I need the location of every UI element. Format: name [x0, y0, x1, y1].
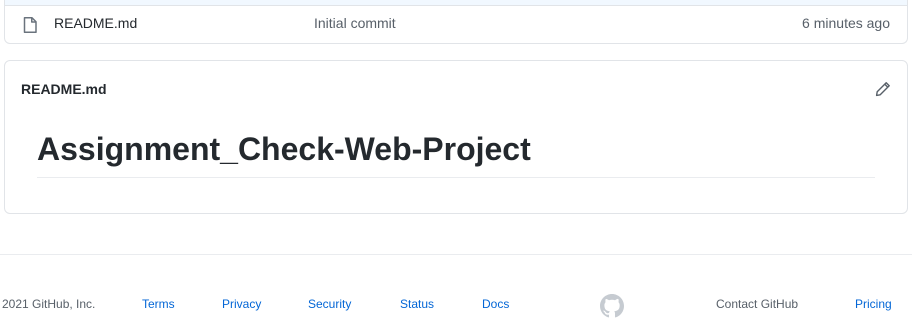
site-footer: 2021 GitHub, Inc. Terms Privacy Security… [0, 294, 912, 318]
footer-link-privacy[interactable]: Privacy [222, 297, 261, 311]
footer-link-terms[interactable]: Terms [142, 297, 175, 311]
github-octocat-icon[interactable] [600, 294, 624, 318]
pencil-icon[interactable] [875, 81, 891, 97]
file-icon [23, 17, 37, 33]
footer-link-docs[interactable]: Docs [482, 297, 509, 311]
footer-link-status[interactable]: Status [400, 297, 434, 311]
footer-copyright: 2021 GitHub, Inc. [2, 297, 96, 311]
file-name-link[interactable]: README.md [54, 15, 137, 31]
file-list: README.md Initial commit 6 minutes ago [4, 0, 908, 44]
file-row[interactable]: README.md Initial commit 6 minutes ago [5, 6, 907, 43]
commit-age: 6 minutes ago [802, 15, 890, 31]
footer-divider [0, 254, 912, 255]
footer-link-security[interactable]: Security [308, 297, 351, 311]
footer-link-pricing[interactable]: Pricing [855, 297, 892, 311]
commit-message-link[interactable]: Initial commit [314, 15, 396, 31]
readme-header-title[interactable]: README.md [21, 81, 107, 97]
readme-panel: README.md Assignment_Check-Web-Project [4, 60, 908, 214]
footer-link-contact[interactable]: Contact GitHub [716, 297, 798, 311]
readme-heading: Assignment_Check-Web-Project [37, 131, 875, 179]
